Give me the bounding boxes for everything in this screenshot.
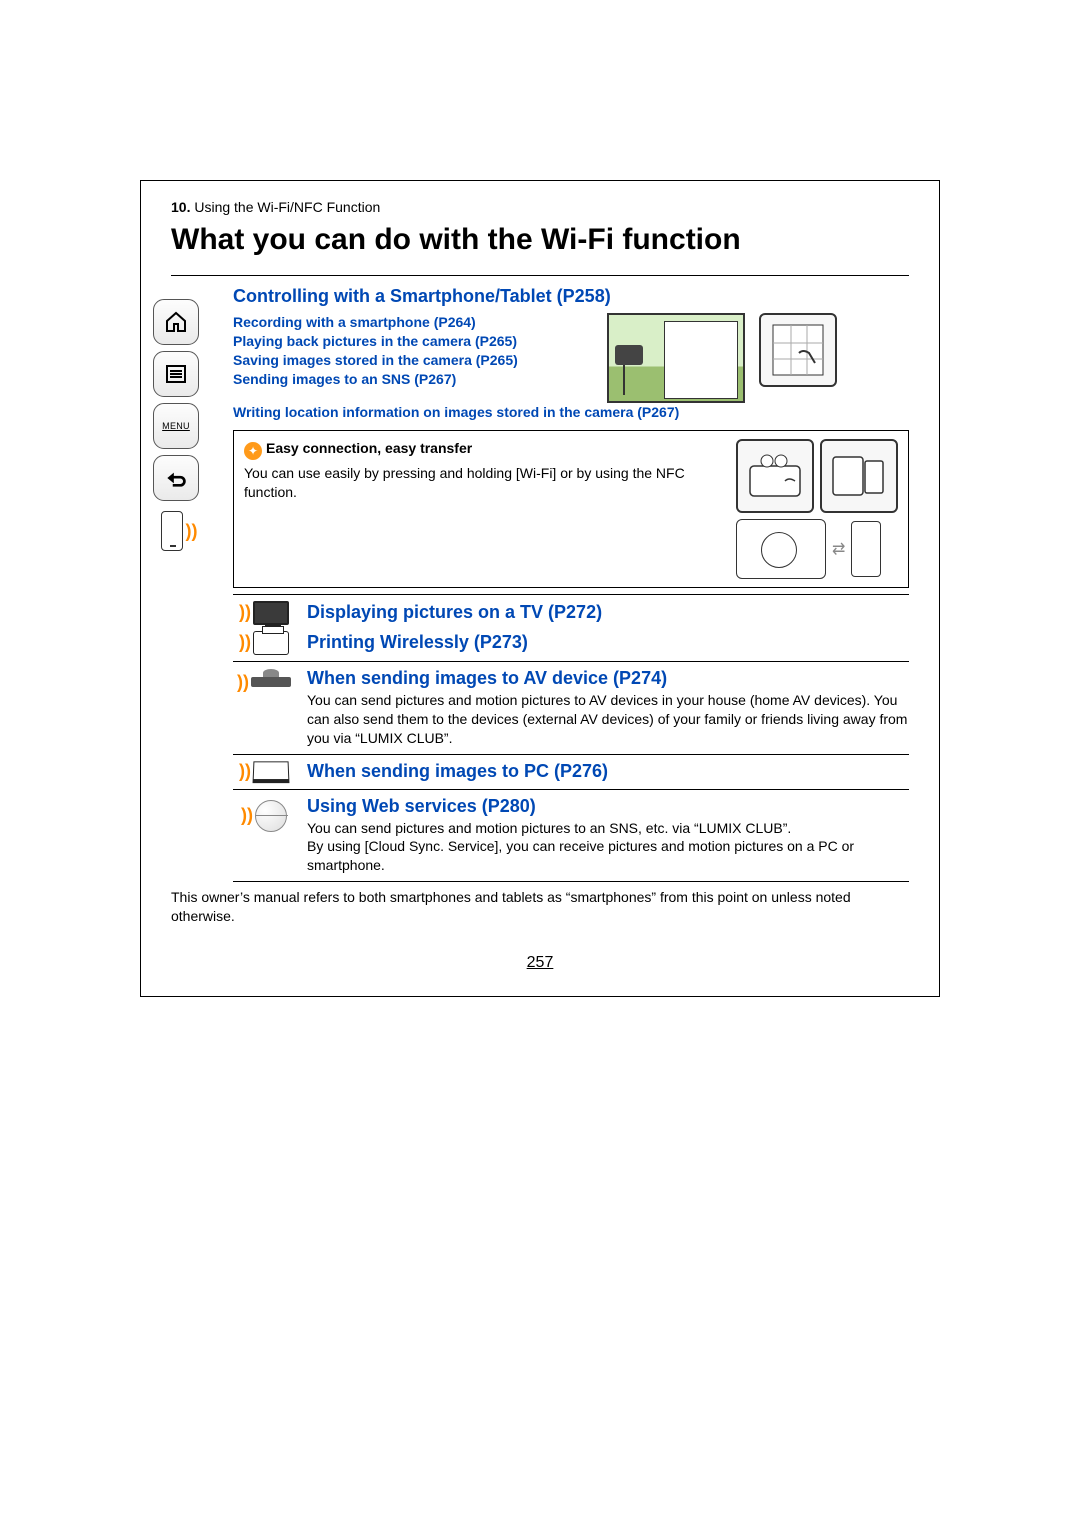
illustration-phone-small [851,521,881,577]
phone-icon [161,511,183,551]
list-icon [164,362,188,386]
wifi-waves-icon: )) [241,805,253,826]
page-title: What you can do with the Wi-Fi function [171,223,909,257]
section-tv-row: )) Displaying pictures on a TV (P272) [233,601,909,625]
section-pc-heading[interactable]: When sending images to PC (P276) [307,761,608,782]
av-device-icon [251,677,291,687]
easy-connection-title: Easy connection, easy transfer [266,440,472,456]
link-saving-images[interactable]: Saving images stored in the camera (P265… [233,351,593,370]
section-tv-heading[interactable]: Displaying pictures on a TV (P272) [307,602,602,623]
section-printer-row: )) Printing Wirelessly (P273) [233,631,909,655]
wifi-waves-icon: )) [239,602,251,623]
section-smartphone-row: Recording with a smartphone (P264) Playi… [233,313,909,403]
link-sending-sns[interactable]: Sending images to an SNS (P267) [233,370,593,389]
wifi-waves-icon: )) [186,521,198,542]
printer-icon [253,631,289,655]
illustration-remote-shoot [607,313,745,403]
sidebar-phone-illustration: )) [153,511,205,551]
section-web-body2: By using [Cloud Sync. Service], you can … [307,837,909,875]
tv-icon [253,601,289,625]
footnote: This owner’s manual refers to both smart… [171,888,909,926]
back-button[interactable] [153,455,199,501]
divider [171,275,909,276]
section-smartphone-links: Recording with a smartphone (P264) Playi… [233,313,593,389]
link-writing-location[interactable]: Writing location information on images s… [233,403,909,422]
menu-label: MENU [162,421,190,431]
divider [233,789,909,790]
section-web-heading[interactable]: Using Web services (P280) [307,796,909,817]
section-web-body1: You can send pictures and motion picture… [307,819,909,838]
globe-icon [255,800,287,832]
section-av-body: You can send pictures and motion picture… [307,691,909,748]
section-av-heading[interactable]: When sending images to AV device (P274) [307,668,909,689]
section-printer-heading[interactable]: Printing Wirelessly (P273) [307,632,528,653]
home-icon [164,310,188,334]
main-content: Controlling with a Smartphone/Tablet (P2… [233,286,909,882]
divider [233,661,909,662]
section-web-row: )) Using Web services (P280) You can sen… [233,796,909,876]
home-button[interactable] [153,299,199,345]
section-smartphone-heading[interactable]: Controlling with a Smartphone/Tablet (P2… [233,286,909,307]
link-recording-smartphone[interactable]: Recording with a smartphone (P264) [233,313,593,332]
divider [233,754,909,755]
section-pc-row: )) When sending images to PC (P276) [233,761,909,783]
page-number[interactable]: 257 [171,954,909,972]
arrow-icon: ⇄ [832,539,845,559]
link-playback-pictures[interactable]: Playing back pictures in the camera (P26… [233,332,593,351]
toc-button[interactable] [153,351,199,397]
breadcrumb-text: Using the Wi-Fi/NFC Function [190,199,380,215]
menu-button[interactable]: MENU [153,403,199,449]
easy-connection-illustrations: ⇄ [736,439,898,579]
illustration-camera-top [736,439,814,513]
illustration-camera-front [736,519,826,579]
easy-connection-text: ✦Easy connection, easy transfer You can … [244,439,724,579]
illustration-nfc-tap [820,439,898,513]
breadcrumb: 10. Using the Wi-Fi/NFC Function [171,199,909,215]
lightbulb-icon: ✦ [244,442,262,460]
laptop-icon [253,761,290,783]
divider [233,594,909,595]
back-icon [163,465,189,491]
sidebar-nav: MENU )) [153,299,205,551]
easy-connection-body: You can use easily by pressing and holdi… [244,465,685,500]
divider [233,881,909,882]
easy-connection-box: ✦Easy connection, easy transfer You can … [233,430,909,588]
wifi-waves-icon: )) [239,632,251,653]
section-av-row: )) When sending images to AV device (P27… [233,668,909,748]
manual-page: 10. Using the Wi-Fi/NFC Function What yo… [140,180,940,997]
wifi-waves-icon: )) [239,761,251,782]
wifi-waves-icon: )) [237,672,249,693]
breadcrumb-num: 10. [171,199,190,215]
illustration-touch-grid [759,313,837,387]
